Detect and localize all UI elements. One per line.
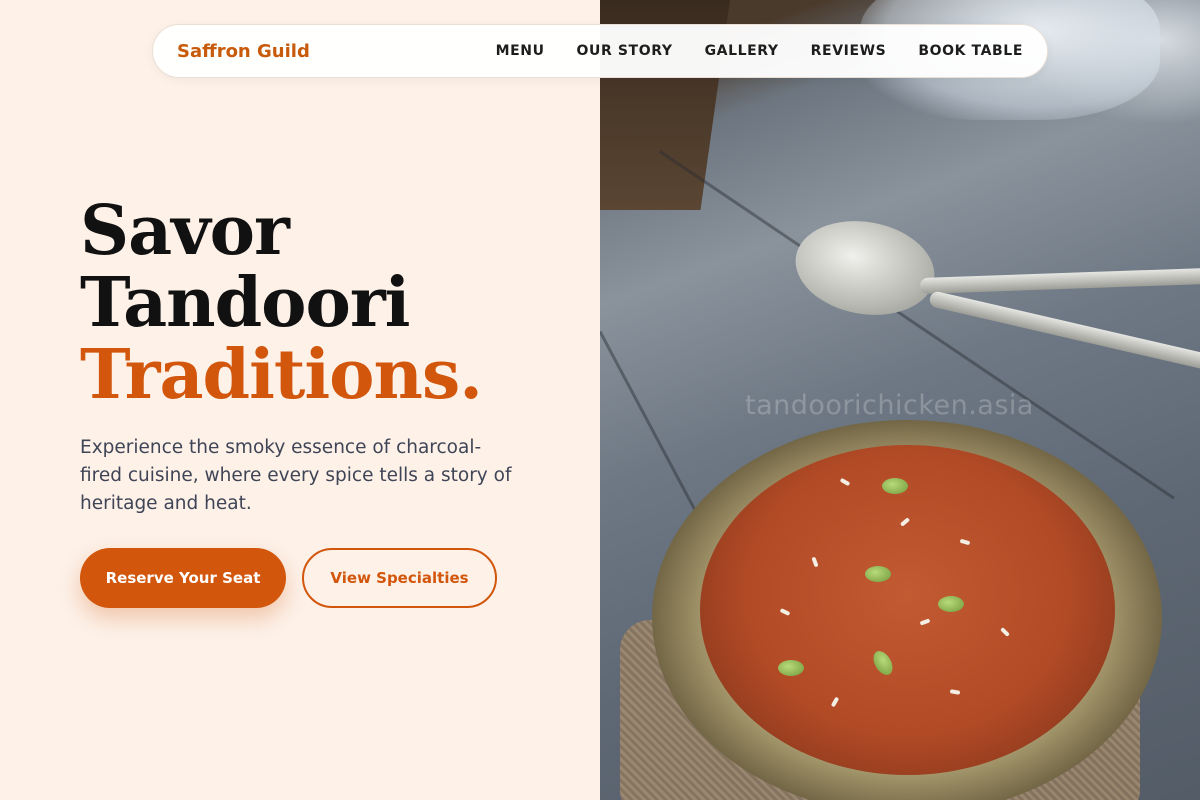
nav-item-our-story[interactable]: OUR STORY [577, 43, 673, 59]
nav-item-menu[interactable]: MENU [496, 43, 545, 59]
hero-description: Experience the smoky essence of charcoal… [80, 437, 512, 514]
brand-logo[interactable]: Saffron Guild [177, 41, 310, 62]
view-specialties-button[interactable]: View Specialties [302, 548, 497, 608]
headline-accent: Traditions. [80, 335, 483, 415]
headline-line-1: Savor [80, 191, 290, 271]
headline-line-2: Tandoori [80, 263, 411, 343]
nav-item-reviews[interactable]: REVIEWS [811, 43, 887, 59]
reserve-seat-button[interactable]: Reserve Your Seat [80, 548, 286, 608]
image-watermark: tandoorichicken.asia [745, 390, 1034, 421]
carrot-halwa [700, 445, 1115, 775]
nav-links: MENU OUR STORY GALLERY REVIEWS BOOK TABL… [496, 43, 1023, 59]
pistachio [882, 478, 908, 494]
top-navigation: Saffron Guild MENU OUR STORY GALLERY REV… [152, 24, 1048, 78]
hero-headline: Savor Tandoori Traditions. [80, 191, 483, 415]
hero-photo: tandoorichicken.asia [600, 0, 1200, 800]
pistachio [865, 566, 891, 582]
pistachio [938, 596, 964, 612]
nav-item-book-table[interactable]: BOOK TABLE [918, 43, 1023, 59]
pistachio [778, 660, 804, 676]
nav-item-gallery[interactable]: GALLERY [705, 43, 779, 59]
